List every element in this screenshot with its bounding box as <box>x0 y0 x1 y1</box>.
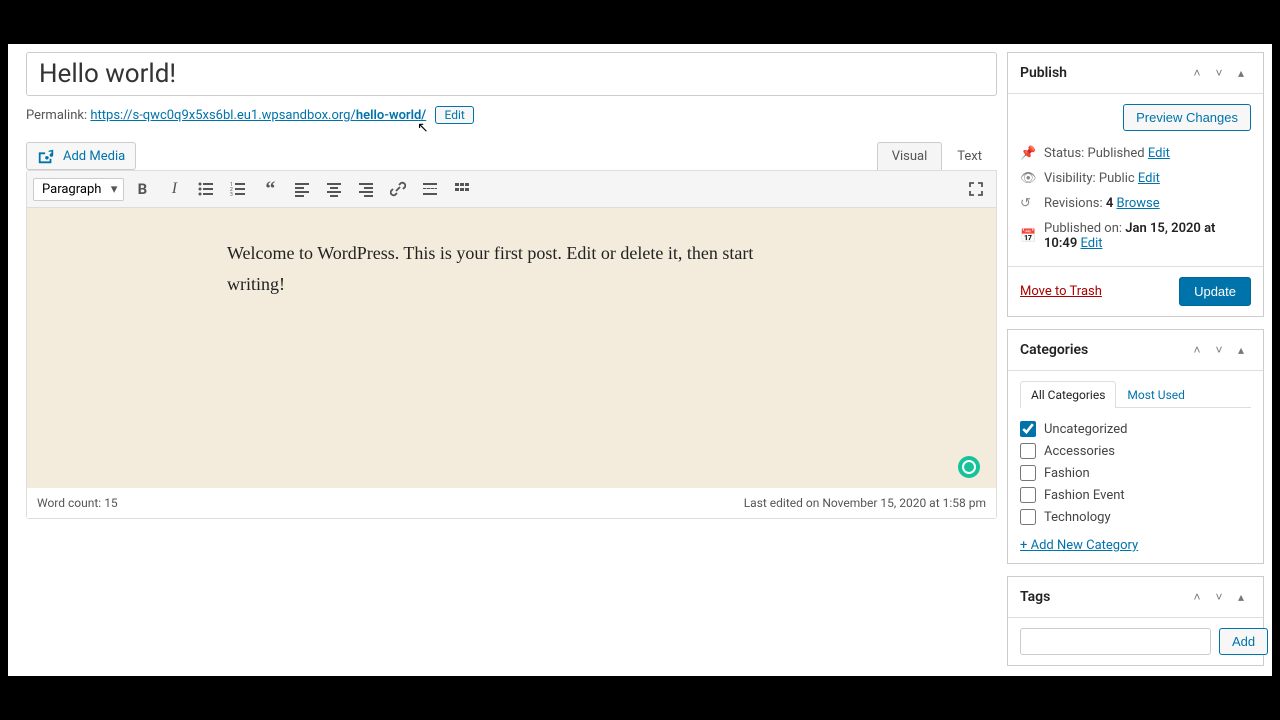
category-checkbox[interactable] <box>1020 443 1036 459</box>
publish-heading: Publish <box>1020 65 1067 81</box>
tab-visual[interactable]: Visual <box>877 142 943 170</box>
tags-panel: Tags ˄ ˅ ▴ Add <box>1007 576 1264 666</box>
preview-changes-button[interactable]: Preview Changes <box>1123 104 1251 131</box>
tag-input[interactable] <box>1020 628 1211 655</box>
word-count: Word count: 15 <box>37 496 118 510</box>
bullet-list-button[interactable] <box>192 175 220 203</box>
editor-mode-tabs: Visual Text <box>877 142 997 170</box>
eye-icon: 👁 <box>1020 171 1036 186</box>
read-more-button[interactable] <box>416 175 444 203</box>
blockquote-button[interactable]: “ <box>256 175 284 203</box>
visibility-edit-link[interactable]: Edit <box>1138 171 1160 186</box>
permalink-edit-button[interactable]: Edit <box>435 106 473 124</box>
formatting-toolbar: Paragraph B I 123 “ <box>27 171 996 208</box>
category-checkbox[interactable] <box>1020 487 1036 503</box>
browse-revisions-link[interactable]: Browse <box>1117 196 1160 211</box>
status-edit-link[interactable]: Edit <box>1148 146 1170 161</box>
category-item: Fashion Event <box>1020 484 1251 506</box>
panel-toggle-icon[interactable]: ▴ <box>1231 63 1251 83</box>
add-media-label: Add Media <box>63 149 125 164</box>
permalink-label: Permalink: <box>26 108 90 123</box>
add-tag-button[interactable]: Add <box>1219 628 1268 655</box>
fullscreen-button[interactable] <box>962 175 990 203</box>
category-item: Fashion <box>1020 462 1251 484</box>
category-item: Uncategorized <box>1020 418 1251 440</box>
tab-text[interactable]: Text <box>942 142 997 170</box>
pin-icon: 📌 <box>1020 146 1036 161</box>
category-label: Accessories <box>1044 444 1115 459</box>
category-checkbox[interactable] <box>1020 509 1036 525</box>
panel-down-icon[interactable]: ˅ <box>1209 63 1229 83</box>
align-center-button[interactable] <box>320 175 348 203</box>
grammarly-icon[interactable] <box>958 456 980 478</box>
move-to-trash-link[interactable]: Move to Trash <box>1020 284 1102 299</box>
panel-down-icon[interactable]: ˅ <box>1209 340 1229 360</box>
revisions-icon: ↺ <box>1020 196 1036 211</box>
camera-music-icon <box>37 147 55 165</box>
permalink-row: Permalink: https://s-qwc0q9x5xs6bl.eu1.w… <box>26 106 997 124</box>
align-right-button[interactable] <box>352 175 380 203</box>
link-button[interactable] <box>384 175 412 203</box>
tags-heading: Tags <box>1020 589 1050 605</box>
add-new-category-link[interactable]: + Add New Category <box>1020 538 1138 553</box>
panel-toggle-icon[interactable]: ▴ <box>1231 587 1251 607</box>
tab-most-used[interactable]: Most Used <box>1116 381 1196 408</box>
post-title-input[interactable] <box>26 52 997 96</box>
category-checkbox[interactable] <box>1020 421 1036 437</box>
toolbar-toggle-button[interactable] <box>448 175 476 203</box>
category-label: Technology <box>1044 510 1111 525</box>
panel-up-icon[interactable]: ˄ <box>1187 587 1207 607</box>
paragraph-format-select[interactable]: Paragraph <box>33 178 124 201</box>
svg-text:3: 3 <box>230 192 233 197</box>
category-item: Accessories <box>1020 440 1251 462</box>
update-button[interactable]: Update <box>1179 277 1251 306</box>
panel-up-icon[interactable]: ˄ <box>1187 340 1207 360</box>
category-item: Technology <box>1020 506 1251 528</box>
categories-heading: Categories <box>1020 342 1088 358</box>
category-checkbox[interactable] <box>1020 465 1036 481</box>
last-edited: Last edited on November 15, 2020 at 1:58… <box>744 496 986 510</box>
panel-down-icon[interactable]: ˅ <box>1209 587 1229 607</box>
add-media-button[interactable]: Add Media <box>26 142 136 170</box>
tab-all-categories[interactable]: All Categories <box>1020 381 1116 408</box>
bold-button[interactable]: B <box>128 175 156 203</box>
panel-up-icon[interactable]: ˄ <box>1187 63 1207 83</box>
panel-toggle-icon[interactable]: ▴ <box>1231 340 1251 360</box>
calendar-icon: 📅 <box>1020 229 1036 244</box>
category-label: Fashion <box>1044 466 1090 481</box>
categories-panel: Categories ˄ ˅ ▴ All Categories Most Use… <box>1007 329 1264 564</box>
date-edit-link[interactable]: Edit <box>1080 236 1102 251</box>
align-left-button[interactable] <box>288 175 316 203</box>
italic-button[interactable]: I <box>160 175 188 203</box>
publish-panel: Publish ˄ ˅ ▴ Preview Changes 📌 Status: … <box>1007 52 1264 317</box>
post-content-editor[interactable]: Welcome to WordPress. This is your first… <box>27 208 996 488</box>
permalink-link[interactable]: https://s-qwc0q9x5xs6bl.eu1.wpsandbox.or… <box>90 108 426 123</box>
category-label: Uncategorized <box>1044 422 1127 437</box>
category-label: Fashion Event <box>1044 488 1125 503</box>
numbered-list-button[interactable]: 123 <box>224 175 252 203</box>
